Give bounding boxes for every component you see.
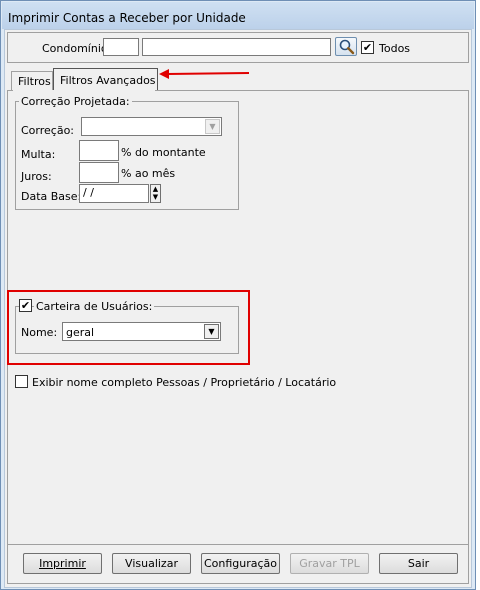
tab-filtros-avancados[interactable]: Filtros Avançados [53, 68, 158, 91]
search-button[interactable] [335, 37, 357, 56]
correcao-label: Correção: [21, 124, 75, 137]
tab-content-panel: Correção Projetada: Correção: ▼ Multa: %… [7, 90, 469, 549]
main-window: Imprimir Contas a Receber por Unidade Co… [0, 0, 476, 590]
visualizar-button[interactable]: Visualizar [112, 553, 191, 574]
tab-filtros[interactable]: Filtros [11, 71, 53, 91]
window-client-area: Condomínio: ✔ Todos Filtros Filtros Avan… [4, 29, 472, 588]
condominio-panel: Condomínio: ✔ Todos [7, 32, 469, 63]
annotation-arrow-icon [159, 69, 250, 79]
imprimir-button[interactable]: Imprimir [23, 553, 102, 574]
imprimir-button-label: Imprimir [39, 557, 86, 570]
gravar-tpl-button[interactable]: Gravar TPL [290, 553, 369, 574]
sair-button-label: Sair [407, 557, 430, 570]
tab-baseline-left [7, 90, 13, 91]
exibir-nome-label: Exibir nome completo Pessoas / Proprietá… [32, 376, 337, 389]
chevron-down-icon: ▼ [205, 119, 220, 134]
correcao-projetada-title: Correção Projetada: [19, 95, 132, 108]
tab-filtros-label: Filtros [18, 75, 51, 88]
juros-label: Juros: [21, 170, 52, 183]
juros-input[interactable] [79, 162, 119, 183]
magnifier-icon [339, 39, 355, 55]
data-base-spinner[interactable]: ▲ ▼ [150, 184, 161, 203]
configuracao-button[interactable]: Configuração [201, 553, 280, 574]
condominio-label: Condomínio: [42, 42, 112, 55]
window-title: Imprimir Contas a Receber por Unidade [8, 11, 246, 25]
tab-filtros-avancados-label: Filtros Avançados [60, 74, 156, 87]
correcao-select[interactable]: ▼ [81, 117, 222, 136]
gravar-tpl-button-label: Gravar TPL [299, 557, 360, 570]
condominio-code-input[interactable] [103, 38, 139, 56]
visualizar-button-label: Visualizar [125, 557, 178, 570]
multa-label: Multa: [21, 148, 56, 161]
exibir-nome-checkbox[interactable] [15, 375, 28, 388]
tab-baseline [155, 90, 469, 91]
multa-unit: % do montante [121, 146, 206, 159]
button-bar: Imprimir Visualizar Configuração Gravar … [7, 544, 469, 584]
title-bar: Imprimir Contas a Receber por Unidade [2, 2, 474, 29]
configuracao-button-label: Configuração [203, 557, 278, 570]
juros-unit: % ao mês [121, 167, 176, 180]
condominio-name-input[interactable] [142, 38, 331, 56]
annotation-highlight-box [7, 290, 250, 365]
sair-button[interactable]: Sair [379, 553, 458, 574]
todos-label: Todos [379, 42, 411, 55]
spin-down-icon[interactable]: ▼ [151, 193, 160, 201]
todos-checkbox[interactable]: ✔ [361, 41, 374, 54]
multa-input[interactable] [79, 140, 119, 161]
data-base-label: Data Base: [21, 190, 82, 203]
spin-up-icon[interactable]: ▲ [151, 185, 160, 193]
data-base-input[interactable]: / / [79, 184, 149, 203]
